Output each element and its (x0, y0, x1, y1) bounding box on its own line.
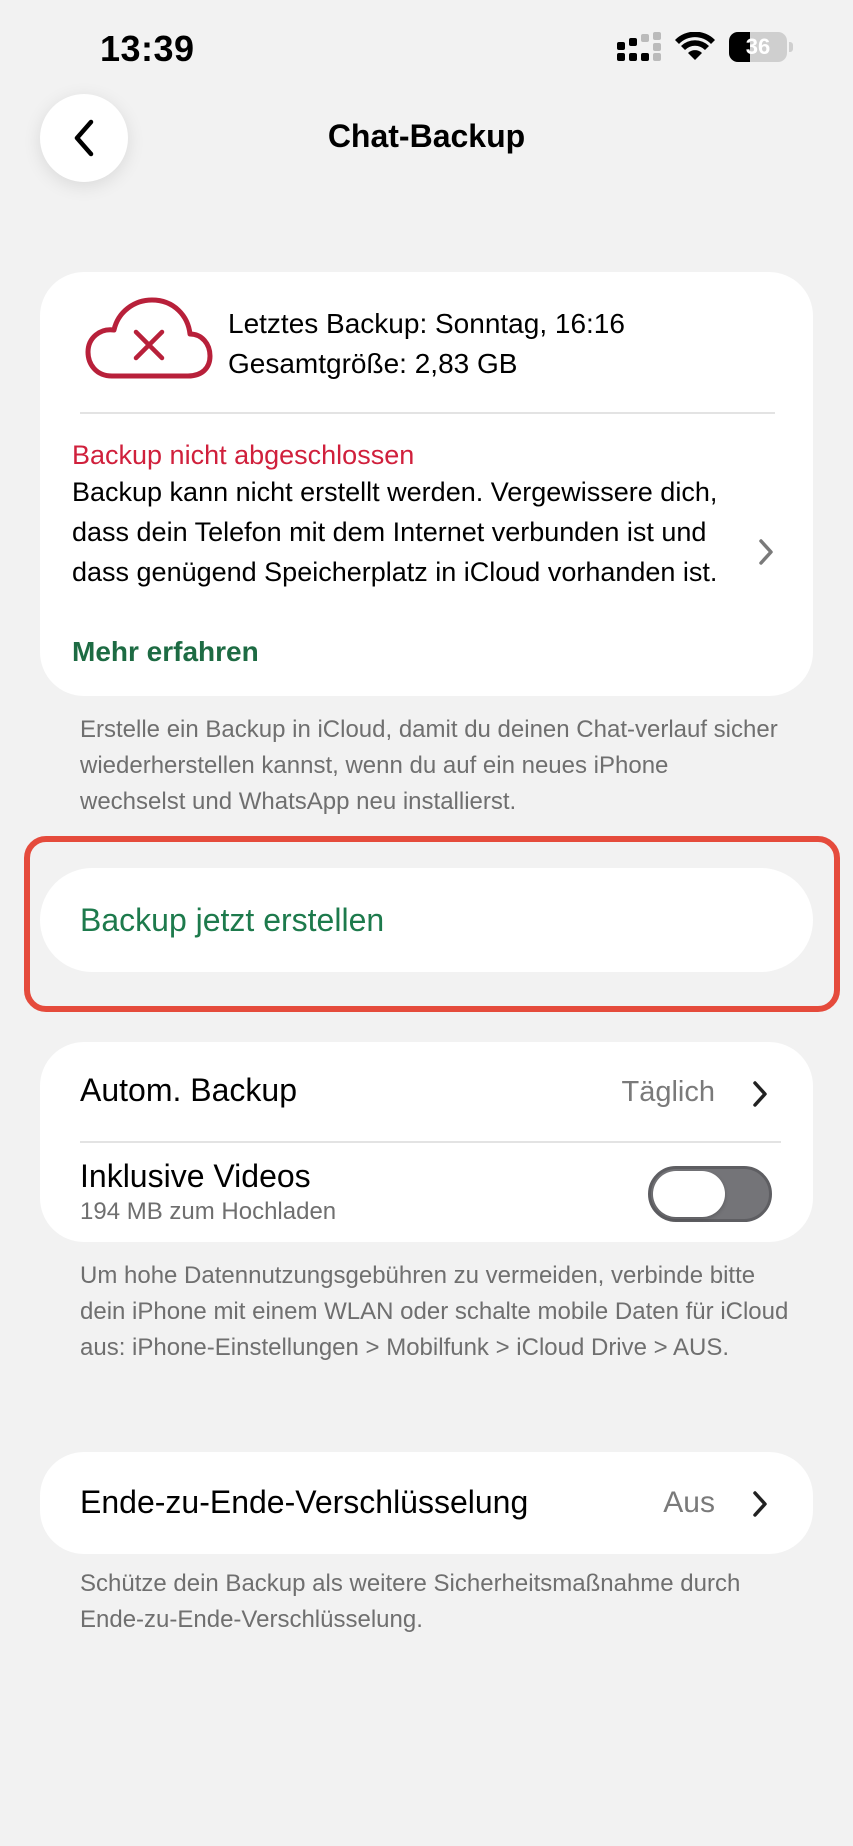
auto-backup-label[interactable]: Autom. Backup (80, 1072, 297, 1109)
divider (80, 1141, 781, 1143)
chevron-right-icon[interactable] (751, 1080, 769, 1108)
backup-status-card[interactable]: Letztes Backup: Sonntag, 16:16 Gesamtgrö… (40, 272, 813, 696)
backup-now-label: Backup jetzt erstellen (80, 901, 385, 938)
divider (80, 412, 775, 414)
backup-total-size: Gesamtgröße: 2,83 GB (228, 348, 518, 379)
encryption-value[interactable]: Aus (663, 1486, 715, 1520)
warning-title: Backup nicht abgeschlossen (72, 440, 415, 470)
chevron-right-icon (757, 538, 775, 566)
status-icons: 36 (617, 32, 793, 62)
toggle-knob (653, 1171, 725, 1217)
include-videos-size: 194 MB zum Hochladen (80, 1198, 337, 1225)
include-videos-toggle[interactable] (648, 1166, 772, 1222)
last-backup-time: Letztes Backup: Sonntag, 16:16 (228, 308, 625, 339)
wifi-icon (675, 32, 715, 60)
signal-icon (617, 32, 661, 61)
status-time: 13:39 (100, 28, 195, 69)
backup-info-text: Erstelle ein Backup in iCloud, damit du … (80, 716, 778, 815)
battery-icon: 36 (729, 32, 787, 62)
chevron-right-icon[interactable] (751, 1490, 769, 1518)
data-usage-note: Um hohe Datennutzungsgebühren zu vermeid… (80, 1262, 789, 1361)
backup-now-button[interactable]: Backup jetzt erstellen (40, 868, 813, 972)
auto-backup-value[interactable]: Täglich (622, 1076, 716, 1109)
battery-nub (789, 42, 793, 52)
encryption-note: Schütze dein Backup als weitere Sicherhe… (80, 1570, 741, 1633)
encryption-label[interactable]: Ende-zu-Ende-Verschlüsselung (80, 1484, 528, 1521)
cloud-error-icon (85, 297, 213, 379)
page-title: Chat-Backup (327, 118, 526, 154)
learn-more-link[interactable]: Mehr erfahren (72, 636, 259, 668)
last-backup-info: Letztes Backup: Sonntag, 16:16 Gesamtgrö… (228, 304, 625, 384)
warning-message: Backup kann nicht erstellt werden. Verge… (72, 477, 718, 587)
battery-level: 36 (745, 34, 771, 59)
include-videos-label: Inklusive Videos (80, 1158, 311, 1194)
